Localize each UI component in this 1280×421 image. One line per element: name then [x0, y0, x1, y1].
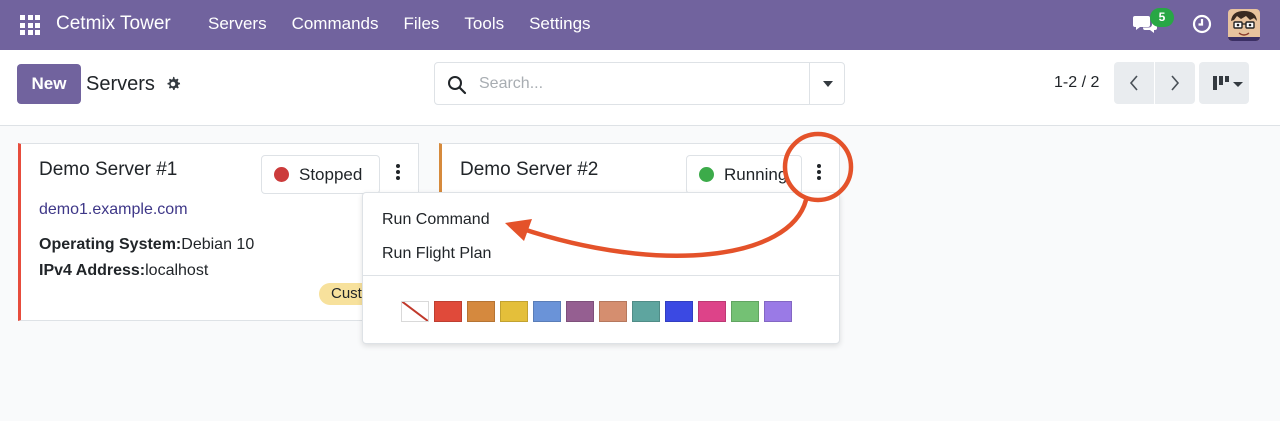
ip-label: IPv4 Address:	[39, 262, 146, 279]
kanban-view-icon	[1213, 76, 1229, 90]
color-swatch-blue[interactable]	[665, 301, 693, 322]
os-field: Operating System:Debian 10	[39, 236, 254, 254]
color-swatch-red[interactable]	[434, 301, 462, 322]
control-panel: New Servers 1-2 / 2	[0, 50, 1280, 126]
ip-value: localhost	[145, 262, 209, 279]
search-icon[interactable]	[447, 75, 467, 95]
ip-field: IPv4 Address:localhost	[39, 262, 208, 280]
run-command-item[interactable]: Run Command	[382, 211, 490, 229]
status-dot	[274, 167, 289, 182]
status-button[interactable]: Stopped	[261, 155, 380, 194]
pager-previous-button[interactable]	[1114, 62, 1154, 104]
main-menu: Servers Commands Files Tools Settings	[208, 14, 616, 34]
color-swatch-green[interactable]	[731, 301, 759, 322]
os-label: Operating System:	[39, 236, 182, 253]
top-navbar: Cetmix Tower Servers Commands Files Tool…	[0, 0, 1280, 50]
color-swatch-violet[interactable]	[764, 301, 792, 322]
color-swatch-none[interactable]	[401, 301, 429, 322]
menu-settings[interactable]: Settings	[529, 14, 590, 34]
color-swatch-yellow[interactable]	[500, 301, 528, 322]
menu-servers[interactable]: Servers	[208, 14, 267, 34]
page-title: Servers	[86, 73, 155, 95]
color-picker	[401, 301, 797, 322]
color-swatch-orange[interactable]	[467, 301, 495, 322]
menu-divider	[363, 275, 839, 276]
pager-value[interactable]: 1-2 / 2	[1054, 74, 1099, 92]
status-label: Running	[724, 164, 788, 184]
user-avatar[interactable]	[1228, 9, 1260, 41]
apps-menu-icon[interactable]	[20, 15, 40, 35]
server-url[interactable]: demo1.example.com	[39, 201, 188, 219]
color-swatch-pink[interactable]	[698, 301, 726, 322]
menu-files[interactable]: Files	[404, 14, 440, 34]
status-label: Stopped	[299, 164, 363, 184]
server-card[interactable]: Demo Server #1 Stopped demo1.example.com…	[18, 143, 419, 321]
chevron-left-icon	[1129, 75, 1138, 91]
card-dropdown-menu: Run Command Run Flight Plan	[362, 192, 840, 344]
chat-count-badge: 5	[1150, 8, 1174, 27]
gear-icon[interactable]	[165, 76, 181, 92]
menu-tools[interactable]: Tools	[464, 14, 504, 34]
color-swatch-teal[interactable]	[632, 301, 660, 322]
menu-commands[interactable]: Commands	[292, 14, 379, 34]
chevron-right-icon	[1171, 75, 1180, 91]
color-swatch-light-blue[interactable]	[533, 301, 561, 322]
status-dot	[699, 167, 714, 182]
search-bar	[434, 62, 845, 105]
status-button[interactable]: Running	[686, 155, 802, 194]
server-name: Demo Server #2	[460, 159, 599, 180]
clock-icon[interactable]	[1192, 14, 1212, 34]
color-swatch-salmon[interactable]	[599, 301, 627, 322]
app-brand[interactable]: Cetmix Tower	[56, 13, 171, 35]
pager-next-button[interactable]	[1155, 62, 1195, 104]
search-options-toggle[interactable]	[809, 63, 845, 104]
card-menu-button[interactable]	[804, 158, 834, 186]
os-value: Debian 10	[181, 236, 255, 253]
color-swatch-purple[interactable]	[566, 301, 594, 322]
card-menu-button[interactable]	[383, 158, 413, 186]
view-switcher[interactable]	[1199, 62, 1249, 104]
search-input[interactable]	[479, 71, 799, 96]
new-button[interactable]: New	[17, 64, 81, 104]
run-flight-plan-item[interactable]: Run Flight Plan	[382, 245, 491, 263]
server-name: Demo Server #1	[39, 159, 178, 180]
